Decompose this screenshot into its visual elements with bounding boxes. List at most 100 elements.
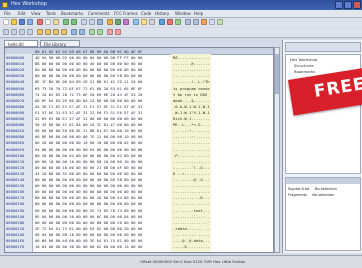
row-hex-bytes[interactable]: 4D 5A 90 00 03 00 00 00 04 00 00 00 FF F… [35,55,142,60]
menu-code[interactable]: Code [141,11,151,16]
row-hex-bytes[interactable]: 00 00 00 00 00 00 00 00 00 40 00 00 58 0… [35,177,142,182]
not-icon[interactable] [61,29,67,35]
word-icon[interactable] [11,29,17,35]
row-hex-bytes[interactable]: 0E 1F BA 0E 00 B4 09 CD 21 B8 01 4C CD 2… [35,79,142,84]
row-hex-bytes[interactable]: 52 69 63 68 E1 57 AF 31 00 00 00 00 00 0… [35,116,142,121]
row-hex-bytes[interactable]: 00 04 00 00 00 10 00 00 00 00 00 00 00 0… [35,232,142,237]
menu-file[interactable]: File [4,11,11,16]
checksum-icon[interactable] [123,19,129,25]
shift-right-icon[interactable] [79,29,85,35]
row-ascii[interactable]: D ..<........... [173,171,210,176]
menu-view[interactable]: View [31,11,41,16]
row-ascii[interactable]: ................ [173,183,210,188]
color-icon[interactable] [201,19,207,25]
row-ascii[interactable]: .6.b.W.1.W.1.W.1 [173,104,210,109]
row-ascii[interactable]: ......... ..D... [173,195,210,200]
goto-icon[interactable] [97,19,103,25]
row-ascii[interactable]: MZ.............. [173,55,210,60]
menu-fcc-frames[interactable]: FCC Frames [114,11,138,16]
row-hex-bytes[interactable]: 50 45 00 00 4C 01 04 00 2A 3C 81 47 00 0… [35,122,142,127]
encrypt-icon[interactable] [107,29,113,35]
qword-icon[interactable] [27,29,33,35]
row-ascii[interactable]: mode....$....... [173,98,210,103]
row-hex-bytes[interactable]: 00 0E 00 00 00 00 00 00 7E 12 00 00 00 1… [35,134,142,139]
row-hex-bytes[interactable]: 69 73 20 70 72 6F 67 72 61 6D 20 63 61 6… [35,86,142,91]
export-icon[interactable] [159,19,165,25]
row-ascii[interactable]: is program canno [173,86,210,91]
row-hex-bytes[interactable]: 00 00 00 00 10 00 00 00 60 21 00 00 4F 0… [35,165,142,170]
row-hex-bytes[interactable]: 44 20 00 00 3C 00 00 00 00 00 00 00 00 0… [35,171,142,176]
row-hex-bytes[interactable]: 00 00 00 00 40 00 00 40 2E 64 61 74 61 0… [35,238,142,243]
row-ascii[interactable]: ................ [173,159,210,164]
row-ascii[interactable]: ........~....... [173,134,210,139]
row-ascii[interactable]: . .............. [173,140,210,145]
cut-icon[interactable] [37,19,43,25]
row-ascii[interactable]: .rdata....... .. [173,226,210,231]
row-hex-bytes[interactable]: 6D 6F 64 65 2E 0D 0D 0A 24 00 00 00 00 0… [35,98,142,103]
row-ascii[interactable]: ........!..L.!Th [173,79,210,84]
run-icon[interactable] [175,19,181,25]
row-ascii[interactable]: ................ [173,214,210,219]
row-hex-bytes[interactable]: E1 57 AE 31 E3 57 AF 31 22 58 F2 31 E6 5… [35,110,142,115]
or-icon[interactable] [45,29,51,35]
row-ascii[interactable]: .W.1.W.1"X.1.W.1 [173,110,210,115]
row-hex-bytes[interactable]: 00 00 00 00 00 00 00 00 00 00 00 00 00 0… [35,183,142,188]
window-icon[interactable] [209,19,215,25]
close-button[interactable] [353,1,361,9]
menu-history[interactable]: History [155,11,169,16]
tree-item[interactable]: Bookmarks [294,69,315,74]
undo-icon[interactable] [63,19,69,25]
row-hex-bytes[interactable]: 00 00 00 00 00 00 00 00 00 00 00 00 00 0… [35,201,142,206]
redo-icon[interactable] [71,19,77,25]
open-icon[interactable] [11,19,17,25]
minimize-button[interactable] [335,1,343,9]
new-icon[interactable] [3,19,9,25]
row-hex-bytes[interactable]: A5 36 C1 62 E1 57 AF 31 E1 57 AF 31 E1 5… [35,104,142,109]
row-ascii[interactable]: ................ [173,201,210,206]
shift-left-icon[interactable] [71,29,77,35]
row-ascii[interactable]: ................ [173,232,210,237]
row-hex-bytes[interactable]: 9E 0A 00 00 00 10 00 00 00 0C 00 00 00 0… [35,214,142,219]
find-icon[interactable] [81,19,87,25]
refresh-icon[interactable] [217,19,223,25]
row-ascii[interactable]: .........@..X... [173,177,210,182]
row-ascii[interactable]: Rich.W.1........ [173,116,210,121]
bookmark-icon[interactable] [107,19,113,25]
hex-mode-icon[interactable] [185,19,191,25]
paste-icon[interactable] [53,19,59,25]
text-mode-icon[interactable] [193,19,199,25]
save-icon[interactable] [19,19,25,25]
menu-help[interactable]: Help [194,11,203,16]
insert-icon[interactable] [89,29,95,35]
row-ascii[interactable]: ................ [173,189,210,194]
row-ascii[interactable]: ....@..@.data... [173,238,210,243]
tab-library[interactable]: File Library [40,40,80,47]
hex-editor[interactable]: 00 01 02 03 04 05 06 07 08 09 0A 0B 0C 0… [4,47,274,253]
row-hex-bytes[interactable]: 00 20 00 00 00 00 00 10 00 10 00 00 00 0… [35,140,142,145]
row-ascii[interactable]: .....0.......... [173,244,210,249]
menu-window[interactable]: Window [175,11,191,16]
row-ascii[interactable]: ........@....... [173,61,210,66]
and-icon[interactable] [37,29,43,35]
row-hex-bytes[interactable]: 00 00 00 00 00 00 00 00 2E 74 65 78 74 0… [35,208,142,213]
row-hex-bytes[interactable]: B8 00 00 00 00 00 00 00 40 00 00 00 00 0… [35,61,142,66]
tab-file[interactable]: hello.dll [4,40,38,47]
byte-icon[interactable] [3,29,9,35]
row-hex-bytes[interactable]: 00 00 00 00 E0 00 0E 21 0B 01 07 0A 00 1… [35,128,142,133]
delete-icon[interactable] [167,19,173,25]
row-hex-bytes[interactable]: 00 00 00 00 00 00 00 00 00 00 00 00 00 0… [35,189,142,194]
menu-bookmarks[interactable]: Bookmarks [61,11,83,16]
row-ascii[interactable]: .P.............. [173,153,210,158]
row-ascii[interactable]: PE..L...*<.G.... [173,122,210,127]
structure-icon[interactable] [133,19,139,25]
row-ascii[interactable]: ............ ..` [173,220,210,225]
row-ascii[interactable]: .........text... [173,208,210,213]
row-ascii[interactable]: ................ [173,73,210,78]
row-ascii[interactable]: ................ [173,67,210,72]
row-hex-bytes[interactable]: 00 00 10 00 00 10 00 00 00 00 10 00 00 1… [35,159,142,164]
row-ascii[interactable]: ................ [173,147,210,152]
row-hex-bytes[interactable]: 00 50 00 00 00 04 00 00 00 00 00 00 02 0… [35,153,142,158]
row-hex-bytes[interactable]: 2E 72 64 61 74 61 00 00 E0 02 00 00 00 2… [35,226,142,231]
highlight-icon[interactable] [141,19,147,25]
maximize-button[interactable] [344,1,352,9]
